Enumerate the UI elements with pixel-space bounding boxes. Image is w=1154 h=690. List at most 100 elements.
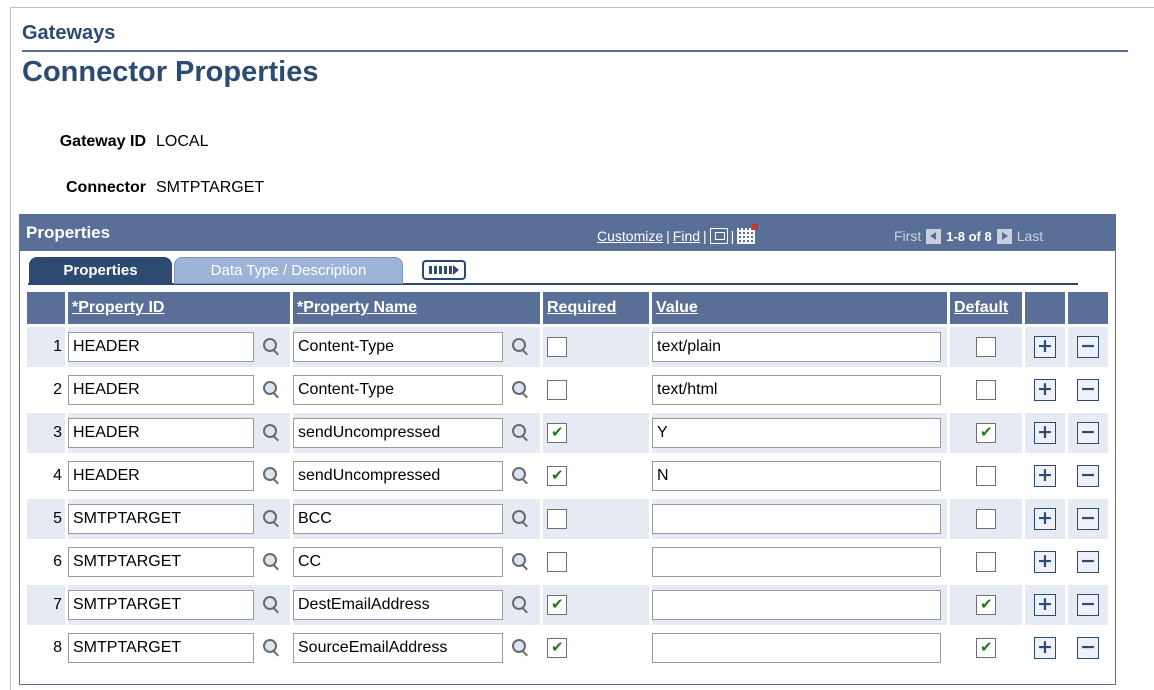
required-checkbox[interactable] xyxy=(547,466,567,486)
property-name-lookup-icon[interactable] xyxy=(511,466,531,486)
view-all-zoom-icon[interactable] xyxy=(709,228,728,244)
required-checkbox[interactable] xyxy=(547,595,567,615)
property-name-input[interactable]: CC xyxy=(293,547,503,577)
add-row-button[interactable]: + xyxy=(1034,379,1056,401)
value-input[interactable] xyxy=(652,547,941,577)
required-checkbox[interactable] xyxy=(547,380,567,400)
last-link[interactable]: Last xyxy=(1017,228,1043,244)
property-id-input[interactable]: SMTPTARGET xyxy=(68,547,254,577)
add-row-button[interactable]: + xyxy=(1034,422,1056,444)
property-name-input[interactable]: Content-Type xyxy=(293,375,503,405)
property-name-header[interactable]: *Property Name xyxy=(293,292,540,324)
connector-label: Connector xyxy=(66,179,146,196)
add-row-button[interactable]: + xyxy=(1034,336,1056,358)
grid-title: Properties xyxy=(26,223,111,242)
add-row-button[interactable]: + xyxy=(1034,594,1056,616)
property-id-lookup-icon[interactable] xyxy=(262,466,282,486)
property-id-input[interactable]: SMTPTARGET xyxy=(68,504,254,534)
property-id-input[interactable]: HEADER xyxy=(68,418,254,448)
delete-row-button[interactable]: − xyxy=(1077,422,1099,444)
properties-grid: Properties Customize | Find | | First 1-… xyxy=(19,214,1116,685)
property-name-lookup-icon[interactable] xyxy=(511,509,531,529)
property-id-lookup-icon[interactable] xyxy=(262,509,282,529)
default-checkbox[interactable] xyxy=(976,509,996,529)
find-link[interactable]: Find xyxy=(673,228,700,244)
property-name-input[interactable]: SourceEmailAddress xyxy=(293,633,503,663)
tab-data-type-description[interactable]: Data Type / Description xyxy=(174,257,403,284)
delete-row-button[interactable]: − xyxy=(1077,336,1099,358)
table-row: 6 SMTPTARGET CC + − xyxy=(27,542,1108,582)
first-link[interactable]: First xyxy=(894,228,921,244)
value-input[interactable]: text/plain xyxy=(652,332,941,362)
default-checkbox[interactable] xyxy=(976,552,996,572)
default-header[interactable]: Default xyxy=(950,292,1022,324)
value-input[interactable]: text/html xyxy=(652,375,941,405)
required-header[interactable]: Required xyxy=(543,292,649,324)
next-arrow-icon[interactable] xyxy=(996,228,1012,244)
connector-value: SMTPTARGET xyxy=(156,179,265,196)
required-checkbox[interactable] xyxy=(547,423,567,443)
value-header[interactable]: Value xyxy=(652,292,947,324)
property-name-lookup-icon[interactable] xyxy=(511,552,531,572)
table-row: 5 SMTPTARGET BCC + − xyxy=(27,499,1108,539)
add-row-button[interactable]: + xyxy=(1034,551,1056,573)
tab-properties[interactable]: Properties xyxy=(29,257,172,284)
default-checkbox[interactable] xyxy=(976,638,996,658)
value-input[interactable] xyxy=(652,504,941,534)
value-input[interactable]: N xyxy=(652,461,941,491)
property-name-lookup-icon[interactable] xyxy=(511,595,531,615)
property-id-input[interactable]: HEADER xyxy=(68,375,254,405)
property-name-input[interactable]: sendUncompressed xyxy=(293,461,503,491)
previous-arrow-icon[interactable] xyxy=(926,228,942,244)
add-column-header xyxy=(1025,292,1065,324)
download-to-excel-icon[interactable] xyxy=(737,224,759,244)
delete-row-button[interactable]: − xyxy=(1077,379,1099,401)
required-checkbox[interactable] xyxy=(547,337,567,357)
property-id-lookup-icon[interactable] xyxy=(262,552,282,572)
grid-toolbar: Customize | Find | | xyxy=(597,224,759,244)
property-name-lookup-icon[interactable] xyxy=(511,638,531,658)
property-id-header[interactable]: *Property ID xyxy=(68,292,290,324)
delete-row-button[interactable]: − xyxy=(1077,594,1099,616)
property-id-input[interactable]: SMTPTARGET xyxy=(68,590,254,620)
frame-border-left xyxy=(10,7,11,690)
delete-row-button[interactable]: − xyxy=(1077,637,1099,659)
row-number: 8 xyxy=(53,639,62,656)
row-range: 1-8 of 8 xyxy=(946,228,992,244)
property-name-lookup-icon[interactable] xyxy=(511,423,531,443)
property-id-lookup-icon[interactable] xyxy=(262,380,282,400)
property-id-lookup-icon[interactable] xyxy=(262,423,282,443)
default-checkbox[interactable] xyxy=(976,466,996,486)
property-id-input[interactable]: HEADER xyxy=(68,332,254,362)
value-input[interactable] xyxy=(652,590,941,620)
default-checkbox[interactable] xyxy=(976,595,996,615)
required-checkbox[interactable] xyxy=(547,509,567,529)
required-checkbox[interactable] xyxy=(547,638,567,658)
value-input[interactable] xyxy=(652,633,941,663)
delete-row-button[interactable]: − xyxy=(1077,508,1099,530)
required-checkbox[interactable] xyxy=(547,552,567,572)
property-id-lookup-icon[interactable] xyxy=(262,638,282,658)
property-id-lookup-icon[interactable] xyxy=(262,337,282,357)
show-all-columns-icon[interactable] xyxy=(422,260,466,280)
table-header-row: *Property ID *Property Name Required Val… xyxy=(27,292,1108,324)
property-id-input[interactable]: SMTPTARGET xyxy=(68,633,254,663)
customize-link[interactable]: Customize xyxy=(597,228,663,244)
property-name-lookup-icon[interactable] xyxy=(511,380,531,400)
add-row-button[interactable]: + xyxy=(1034,465,1056,487)
default-checkbox[interactable] xyxy=(976,423,996,443)
value-input[interactable]: Y xyxy=(652,418,941,448)
default-checkbox[interactable] xyxy=(976,337,996,357)
add-row-button[interactable]: + xyxy=(1034,637,1056,659)
property-name-input[interactable]: Content-Type xyxy=(293,332,503,362)
property-name-input[interactable]: BCC xyxy=(293,504,503,534)
property-name-lookup-icon[interactable] xyxy=(511,337,531,357)
property-id-input[interactable]: HEADER xyxy=(68,461,254,491)
add-row-button[interactable]: + xyxy=(1034,508,1056,530)
property-id-lookup-icon[interactable] xyxy=(262,595,282,615)
delete-row-button[interactable]: − xyxy=(1077,465,1099,487)
property-name-input[interactable]: sendUncompressed xyxy=(293,418,503,448)
property-name-input[interactable]: DestEmailAddress xyxy=(293,590,503,620)
delete-row-button[interactable]: − xyxy=(1077,551,1099,573)
default-checkbox[interactable] xyxy=(976,380,996,400)
